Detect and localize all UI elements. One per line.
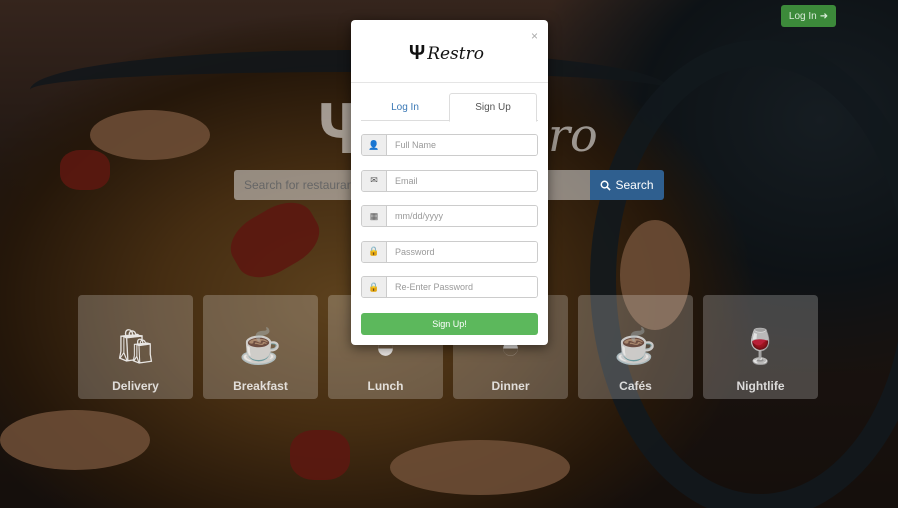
- lock-icon: 🔒: [362, 277, 387, 298]
- category-breakfast[interactable]: ☕ Breakfast: [203, 295, 318, 399]
- sign-in-icon: ➜: [819, 10, 829, 22]
- confirm-password-input[interactable]: [387, 277, 537, 298]
- envelope-icon: ✉: [362, 170, 387, 191]
- brand-name: Restro: [427, 43, 484, 64]
- full-name-field: 👤: [361, 134, 538, 156]
- password-input[interactable]: [387, 241, 537, 262]
- category-delivery[interactable]: 🛍 Delivery: [78, 295, 193, 399]
- cafe-icon: ☕: [614, 328, 657, 366]
- signup-submit-button[interactable]: Sign Up!: [361, 313, 538, 335]
- header-login-button[interactable]: Log In ➜: [781, 5, 836, 27]
- signup-form: 👤 ✉ ▦ 🔒 🔒: [361, 134, 538, 312]
- category-label: Cafés: [619, 379, 652, 393]
- auth-tabs: Log In Sign Up: [361, 93, 538, 122]
- category-label: Delivery: [112, 379, 159, 393]
- email-input[interactable]: [387, 170, 537, 191]
- email-field: ✉: [361, 169, 538, 192]
- calendar-icon: ▦: [362, 206, 387, 227]
- search-icon: [601, 180, 612, 191]
- user-icon: 👤: [362, 135, 387, 155]
- fork-knife-icon: Ψ: [409, 42, 425, 64]
- category-label: Nightlife: [736, 379, 785, 393]
- nightlife-icon: 🍷: [739, 328, 782, 366]
- search-button[interactable]: Search: [590, 170, 664, 200]
- confirm-password-field: 🔒: [361, 276, 538, 299]
- modal-logo: Ψ Restro: [409, 42, 484, 65]
- password-field: 🔒: [361, 240, 538, 263]
- header-login-label: Log In: [788, 10, 817, 22]
- tab-signup[interactable]: Sign Up: [449, 93, 537, 122]
- category-cafes[interactable]: ☕ Cafés: [578, 295, 693, 399]
- signup-modal: × Ψ Restro Log In Sign Up 👤 ✉ ▦ 🔒 🔒 Sign: [351, 20, 548, 345]
- lock-icon: 🔒: [362, 241, 387, 262]
- modal-divider: [351, 82, 548, 83]
- breakfast-icon: ☕: [239, 328, 282, 366]
- close-icon[interactable]: ×: [531, 29, 538, 43]
- birthdate-field: ▦: [361, 205, 538, 228]
- category-label: Lunch: [367, 379, 404, 393]
- category-label: Dinner: [491, 379, 530, 393]
- category-label: Breakfast: [233, 379, 288, 393]
- tab-login[interactable]: Log In: [361, 93, 449, 121]
- delivery-icon: 🛍: [113, 328, 158, 366]
- category-nightlife[interactable]: 🍷 Nightlife: [703, 295, 818, 399]
- full-name-input[interactable]: [387, 135, 537, 155]
- search-button-label: Search: [615, 178, 654, 192]
- hero-logo-text: ro: [548, 108, 598, 162]
- birthdate-input[interactable]: [387, 206, 537, 227]
